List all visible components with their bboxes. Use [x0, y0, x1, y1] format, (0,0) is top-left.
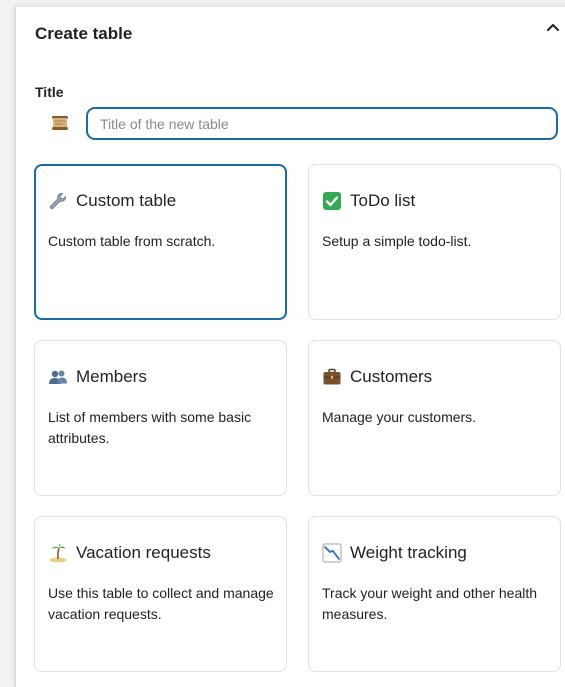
dialog-title: Create table [35, 24, 133, 43]
template-card-header: Weight tracking [322, 543, 467, 563]
template-card-title: Members [76, 367, 147, 386]
template-card-header: Vacation requests [48, 543, 211, 563]
island-icon [49, 543, 67, 563]
table-title-input[interactable] [86, 107, 558, 140]
template-card-weight-tracking[interactable]: Weight tracking Track your weight and ot… [308, 516, 561, 672]
template-card-description: Custom table from scratch. [48, 233, 216, 249]
template-card-description: Use this table to collect and manage vac… [48, 585, 274, 622]
template-card-vacation-requests[interactable]: Vacation requests Use this table to coll… [34, 516, 287, 672]
emoji-picker-button[interactable] [51, 114, 69, 132]
wrench-icon [49, 193, 66, 210]
template-card-todo-list[interactable]: ToDo list Setup a simple todo-list. [308, 164, 561, 320]
template-card-header: ToDo list [322, 191, 415, 211]
template-card-description: Setup a simple todo-list. [322, 233, 472, 249]
template-card-customers[interactable]: Customers Manage your customers. [308, 340, 561, 496]
template-card-header: Custom table [48, 191, 176, 211]
template-card-custom-table[interactable]: Custom table Custom table from scratch. [34, 164, 287, 320]
template-card-title: ToDo list [350, 191, 416, 210]
template-card-title: Vacation requests [76, 543, 211, 562]
check-box-icon [323, 192, 341, 210]
template-card-description: Manage your customers. [322, 409, 477, 425]
chevron-up-icon [547, 24, 559, 31]
template-card-description: Track your weight and other health measu… [322, 585, 538, 622]
briefcase-icon [323, 368, 341, 385]
scroll-icon [52, 116, 68, 130]
close-button[interactable] [545, 20, 561, 36]
people-icon [49, 370, 67, 384]
template-card-header: Customers [322, 367, 432, 387]
template-card-description: List of members with some basic attribut… [48, 409, 252, 446]
chart-decreasing-icon [322, 543, 342, 563]
template-card-title: Weight tracking [350, 543, 467, 562]
template-card-title: Custom table [76, 191, 177, 210]
template-card-title: Customers [350, 367, 433, 386]
template-card-header: Members [48, 367, 147, 387]
title-label: Title [35, 84, 64, 100]
template-card-members[interactable]: Members List of members with some basic … [34, 340, 287, 496]
